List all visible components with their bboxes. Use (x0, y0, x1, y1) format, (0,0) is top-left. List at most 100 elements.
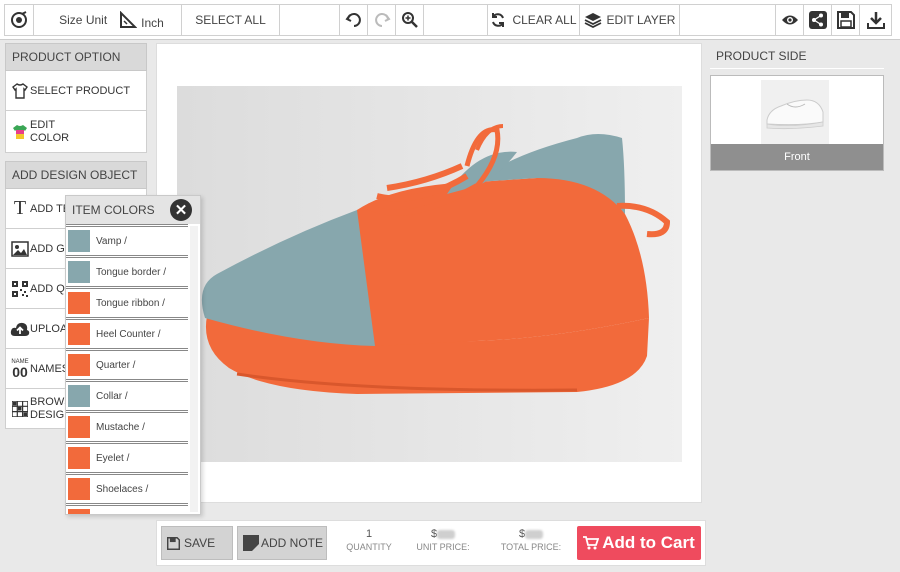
qr-code-icon (10, 279, 30, 299)
share-icon[interactable] (804, 4, 832, 36)
toolbar-spacer (280, 4, 340, 36)
edit-color-button[interactable]: EDIT COLOR (5, 111, 147, 153)
logo-eye-icon[interactable] (4, 4, 34, 36)
product-side-front[interactable]: Front (710, 75, 884, 171)
color-swatch[interactable] (68, 509, 90, 514)
download-icon[interactable] (860, 4, 892, 36)
edit-layer-label: EDIT LAYER (606, 13, 676, 27)
design-canvas[interactable] (156, 43, 702, 503)
color-item-mustache[interactable]: Mustache / (66, 410, 188, 441)
save-icon (167, 536, 180, 550)
color-item-vamp[interactable]: Vamp / (66, 224, 188, 255)
color-swatch[interactable] (68, 261, 90, 283)
color-swatch[interactable] (68, 230, 90, 252)
save-label: SAVE (184, 536, 216, 550)
color-swatch[interactable] (68, 354, 90, 376)
item-colors-header: ITEM COLORS ✕ (66, 196, 200, 224)
blurred-price (437, 529, 456, 539)
color-item-shoelaces[interactable]: Shoelaces / (66, 472, 188, 503)
front-thumbnail (761, 80, 829, 144)
cart-icon (583, 536, 600, 550)
item-colors-list: Vamp / Tongue border / Tongue ribbon / H… (66, 224, 188, 514)
cloud-upload-icon (10, 319, 30, 339)
tshirt-outline-icon (10, 81, 30, 101)
undo-icon[interactable] (340, 4, 368, 36)
item-colors-scrollbar[interactable] (190, 226, 198, 512)
quantity-value[interactable]: 1 (329, 528, 409, 542)
unit-price-stat: $ UNIT PRICE: (403, 528, 483, 552)
product-side-header: PRODUCT SIDE (710, 43, 884, 69)
right-panel: PRODUCT SIDE Front (710, 43, 884, 171)
product-image[interactable] (177, 86, 682, 462)
color-item-label: Vamp / (96, 235, 127, 247)
color-item-tongue-border[interactable]: Tongue border / (66, 255, 188, 286)
size-unit-label: Size Unit (59, 13, 108, 27)
clear-all-label: CLEAR ALL (512, 13, 577, 27)
inch-label: Inch (141, 16, 164, 30)
color-item-label: Tongue border / (96, 266, 167, 278)
names-numbers-icon: NAME 00 (10, 359, 30, 379)
total-price-label: TOTAL PRICE: (500, 542, 562, 552)
save-icon[interactable] (832, 4, 860, 36)
top-toolbar: Size Unit Inch SELECT ALL CLEAR ALL EDIT… (0, 0, 900, 40)
color-item-label: Shoelaces / (96, 483, 149, 495)
add-design-object-header: ADD DESIGN OBJECT (5, 161, 147, 189)
color-item-heel-counter[interactable]: Heel Counter / (66, 317, 188, 348)
blurred-price (525, 529, 544, 539)
add-to-cart-label: Add to Cart (602, 533, 695, 552)
color-item-quarter[interactable]: Quarter / (66, 348, 188, 379)
refresh-icon (490, 12, 506, 28)
color-item-collar[interactable]: Collar / (66, 379, 188, 410)
color-item-label: Tongue ribbon / (96, 297, 165, 309)
select-product-button[interactable]: SELECT PRODUCT (5, 71, 147, 111)
colorful-tshirt-icon (10, 122, 30, 142)
color-item-partial[interactable] (66, 503, 188, 514)
total-price-stat: $ TOTAL PRICE: (491, 528, 571, 552)
text-t-icon: T (13, 197, 27, 219)
select-all-label: SELECT ALL (195, 13, 266, 27)
layers-icon (584, 12, 602, 28)
add-to-cart-button[interactable]: Add to Cart (577, 526, 701, 560)
toolbar-spacer-2 (424, 4, 488, 36)
ruler-icon (119, 11, 138, 29)
color-item-label: Eyelet / (96, 452, 130, 464)
zoom-in-icon[interactable] (396, 4, 424, 36)
clear-all-button[interactable]: CLEAR ALL (488, 4, 580, 36)
bottom-bar: SAVE ADD NOTE 1 QUANTITY $ UNIT PRICE: $… (156, 520, 706, 566)
product-option-header: PRODUCT OPTION (5, 43, 147, 71)
total-price-value: $ (491, 528, 571, 542)
grid-icon (10, 399, 30, 419)
preview-eye-icon[interactable] (776, 4, 804, 36)
item-colors-title: ITEM COLORS (72, 203, 155, 217)
names-icon-big-text: 00 (12, 363, 28, 380)
color-swatch[interactable] (68, 323, 90, 345)
color-item-eyelet[interactable]: Eyelet / (66, 441, 188, 472)
color-swatch[interactable] (68, 447, 90, 469)
select-product-label: SELECT PRODUCT (30, 84, 131, 97)
color-item-tongue-ribbon[interactable]: Tongue ribbon / (66, 286, 188, 317)
unit-price-label: UNIT PRICE: (416, 542, 470, 552)
color-swatch[interactable] (68, 478, 90, 500)
edit-layer-button[interactable]: EDIT LAYER (580, 4, 680, 36)
color-item-label: Mustache / (96, 421, 145, 433)
select-all-button[interactable]: SELECT ALL (182, 4, 280, 36)
quantity-stat: 1 QUANTITY (329, 528, 409, 552)
color-swatch[interactable] (68, 385, 90, 407)
color-swatch[interactable] (68, 292, 90, 314)
save-button[interactable]: SAVE (161, 526, 233, 560)
unit-price-value: $ (403, 528, 483, 542)
size-unit-control[interactable]: Size Unit Inch (34, 4, 182, 36)
redo-icon[interactable] (368, 4, 396, 36)
side-label: Front (711, 144, 883, 170)
image-icon (10, 239, 30, 259)
color-item-label: Heel Counter / (96, 328, 161, 340)
add-note-label: ADD NOTE (261, 536, 324, 550)
close-icon[interactable]: ✕ (170, 199, 192, 221)
names-label: NAMES (30, 362, 70, 375)
color-item-label: Quarter / (96, 359, 136, 371)
quantity-label: QUANTITY (346, 542, 392, 552)
add-note-button[interactable]: ADD NOTE (237, 526, 327, 560)
item-colors-popup: ITEM COLORS ✕ Vamp / Tongue border / Ton… (65, 195, 201, 515)
color-item-label: Collar / (96, 390, 128, 402)
color-swatch[interactable] (68, 416, 90, 438)
